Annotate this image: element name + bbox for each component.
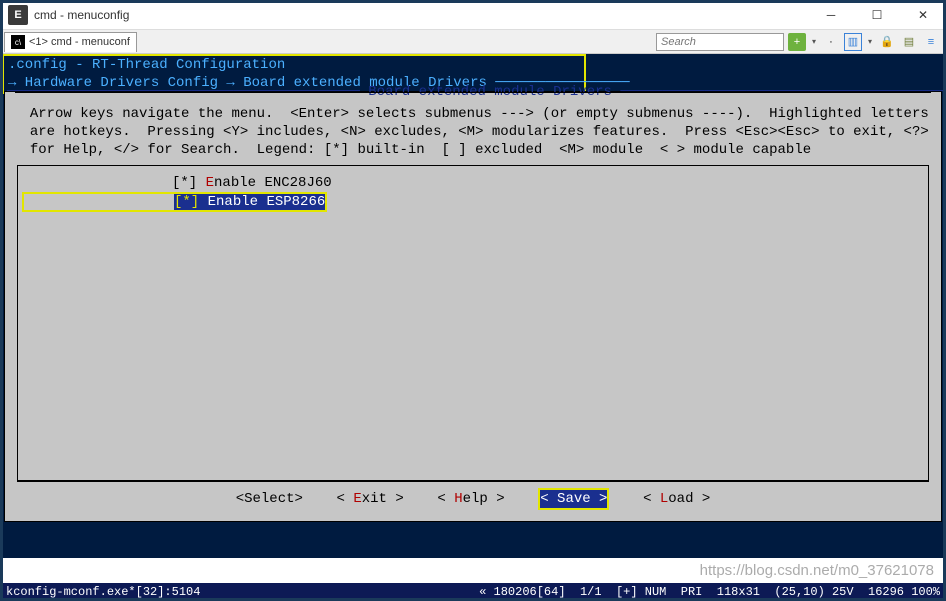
separator-icon: · xyxy=(822,33,840,51)
options-list: [*] Enable ENC28J60 [*] Enable ESP8266 xyxy=(17,165,929,481)
action-load[interactable]: < Load > xyxy=(643,491,710,507)
tab-cmd[interactable]: c\ <1> cmd - menuconf xyxy=(4,32,137,52)
action-save[interactable]: < Save > xyxy=(540,490,607,508)
list-icon[interactable]: ▤ xyxy=(900,33,918,51)
cmd-icon: c\ xyxy=(11,35,25,49)
option-enc28j60[interactable]: [*] Enable ENC28J60 xyxy=(22,174,924,192)
watermark-text: https://blog.csdn.net/m0_37621078 xyxy=(700,562,934,579)
window-list-button[interactable]: ▥ xyxy=(844,33,862,51)
minimize-button[interactable]: ─ xyxy=(808,0,854,30)
window-list-dropdown[interactable]: ▾ xyxy=(866,33,874,51)
status-bar: kconfig-mconf.exe*[32]:5104 « 180206[64]… xyxy=(0,583,946,601)
status-right: « 180206[64] 1/1 [+] NUM PRI 118x31 (25,… xyxy=(479,585,940,599)
terminal-area: .config - RT-Thread Configuration → Hard… xyxy=(0,54,946,558)
action-exit[interactable]: < Exit > xyxy=(337,491,404,507)
window-title: cmd - menuconfig xyxy=(34,8,808,22)
action-select[interactable]: <Select> xyxy=(236,491,303,507)
lock-icon[interactable]: 🔒 xyxy=(878,33,896,51)
tab-index: <1> xyxy=(29,36,48,48)
config-panel: ────────────────────────────────────────… xyxy=(4,91,942,522)
action-save-highlight: < Save > xyxy=(538,488,609,510)
status-left: kconfig-mconf.exe*[32]:5104 xyxy=(6,585,200,599)
close-button[interactable]: ✕ xyxy=(900,0,946,30)
help-text: Arrow keys navigate the menu. <Enter> se… xyxy=(7,101,939,165)
new-tab-button[interactable]: + xyxy=(788,33,806,51)
menu-icon[interactable]: ≡ xyxy=(922,33,940,51)
action-bar: <Select> < Exit > < Help > < Save > < Lo… xyxy=(17,481,929,512)
option-esp8266[interactable]: [*] Enable ESP8266 xyxy=(174,194,325,210)
config-header: .config - RT-Thread Configuration xyxy=(4,56,584,74)
tab-toolbar: c\ <1> cmd - menuconf + ▾ · ▥ ▾ 🔒 ▤ ≡ xyxy=(0,30,946,54)
tab-label: cmd - menuconf xyxy=(51,36,130,48)
action-help[interactable]: < Help > xyxy=(437,491,504,507)
maximize-button[interactable]: ☐ xyxy=(854,0,900,30)
search-input[interactable] xyxy=(656,33,784,51)
new-tab-dropdown[interactable]: ▾ xyxy=(810,33,818,51)
option-esp8266-highlight: [*] Enable ESP8266 xyxy=(22,192,327,212)
app-icon: E xyxy=(8,5,28,25)
window-titlebar: E cmd - menuconfig ─ ☐ ✕ xyxy=(0,0,946,30)
